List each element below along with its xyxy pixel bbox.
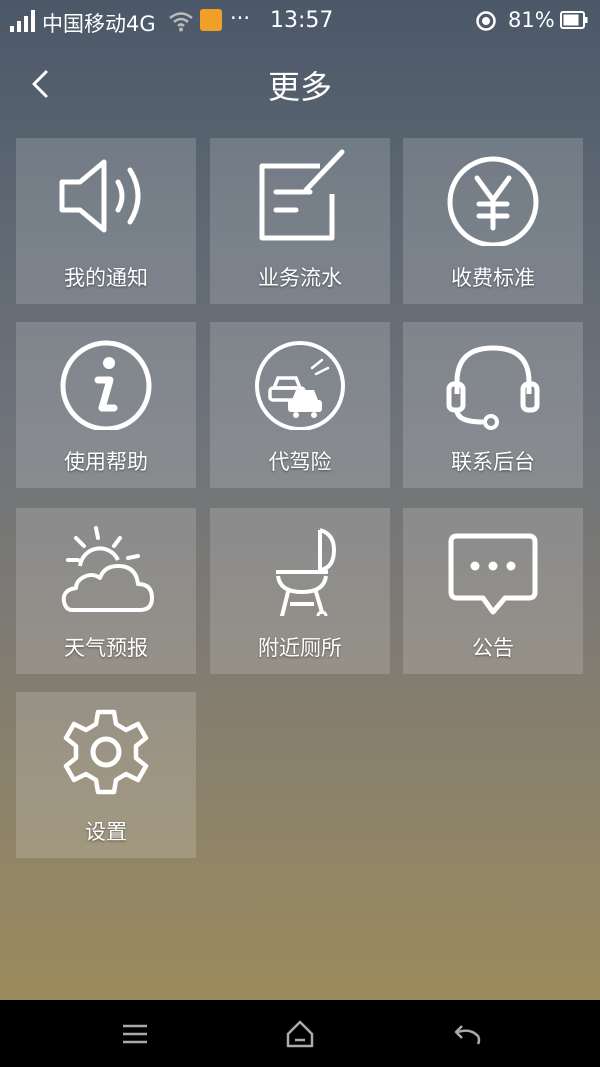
tile-label: 收费标准 <box>451 266 535 290</box>
yen-icon <box>447 156 539 246</box>
clock: 13:57 <box>270 8 334 33</box>
tile-label: 业务流水 <box>258 266 342 290</box>
tile-weather[interactable]: 天气预报 <box>16 508 196 674</box>
tile-label: 使用帮助 <box>64 450 148 474</box>
tile-settings[interactable]: 设置 <box>16 692 196 858</box>
wifi-icon <box>169 12 193 32</box>
weather-icon <box>61 526 154 612</box>
info-icon <box>60 340 152 430</box>
tile-announcement[interactable]: 公告 <box>403 508 583 674</box>
tile-label: 附近厕所 <box>258 636 342 660</box>
battery-level: 81% <box>508 8 555 32</box>
tile-label: 公告 <box>472 636 514 660</box>
tile-label: 我的通知 <box>64 266 148 290</box>
tile-label: 代驾险 <box>268 450 332 474</box>
app-header: 更多 <box>0 44 600 122</box>
cars-icon <box>255 341 345 430</box>
tile-nearby-toilets[interactable]: 附近厕所 <box>210 508 390 674</box>
back-arrow-icon[interactable] <box>446 1014 486 1054</box>
tile-fee-standard[interactable]: 收费标准 <box>403 138 583 304</box>
menu-icon[interactable] <box>115 1014 155 1054</box>
location-icon <box>476 11 496 31</box>
tile-driver-insurance[interactable]: 代驾险 <box>210 322 390 488</box>
tile-label: 设置 <box>85 820 127 844</box>
home-icon[interactable] <box>280 1014 320 1054</box>
tile-label: 联系后台 <box>451 450 535 474</box>
tile-business-records[interactable]: 业务流水 <box>210 138 390 304</box>
carrier-label: 中国移动4G <box>42 12 156 36</box>
battery-icon <box>560 11 588 29</box>
headset-icon <box>446 345 540 430</box>
more-notifications-icon: ··· <box>230 6 251 30</box>
gear-icon <box>63 709 149 795</box>
chat-bubble-icon <box>448 533 538 615</box>
page-title: 更多 <box>267 68 332 106</box>
tile-my-notifications[interactable]: 我的通知 <box>16 138 196 304</box>
edit-note-icon <box>259 149 345 241</box>
system-nav-bar <box>0 1000 600 1067</box>
grill-icon <box>276 528 337 616</box>
status-bar: 中国移动4G ··· 13:57 81% <box>0 0 600 44</box>
signal-icon <box>10 10 35 32</box>
tile-contact-support[interactable]: 联系后台 <box>403 322 583 488</box>
speaker-icon <box>59 159 141 233</box>
tile-label: 天气预报 <box>64 636 148 660</box>
tile-help[interactable]: 使用帮助 <box>16 322 196 488</box>
app-notification-icon <box>200 9 222 31</box>
